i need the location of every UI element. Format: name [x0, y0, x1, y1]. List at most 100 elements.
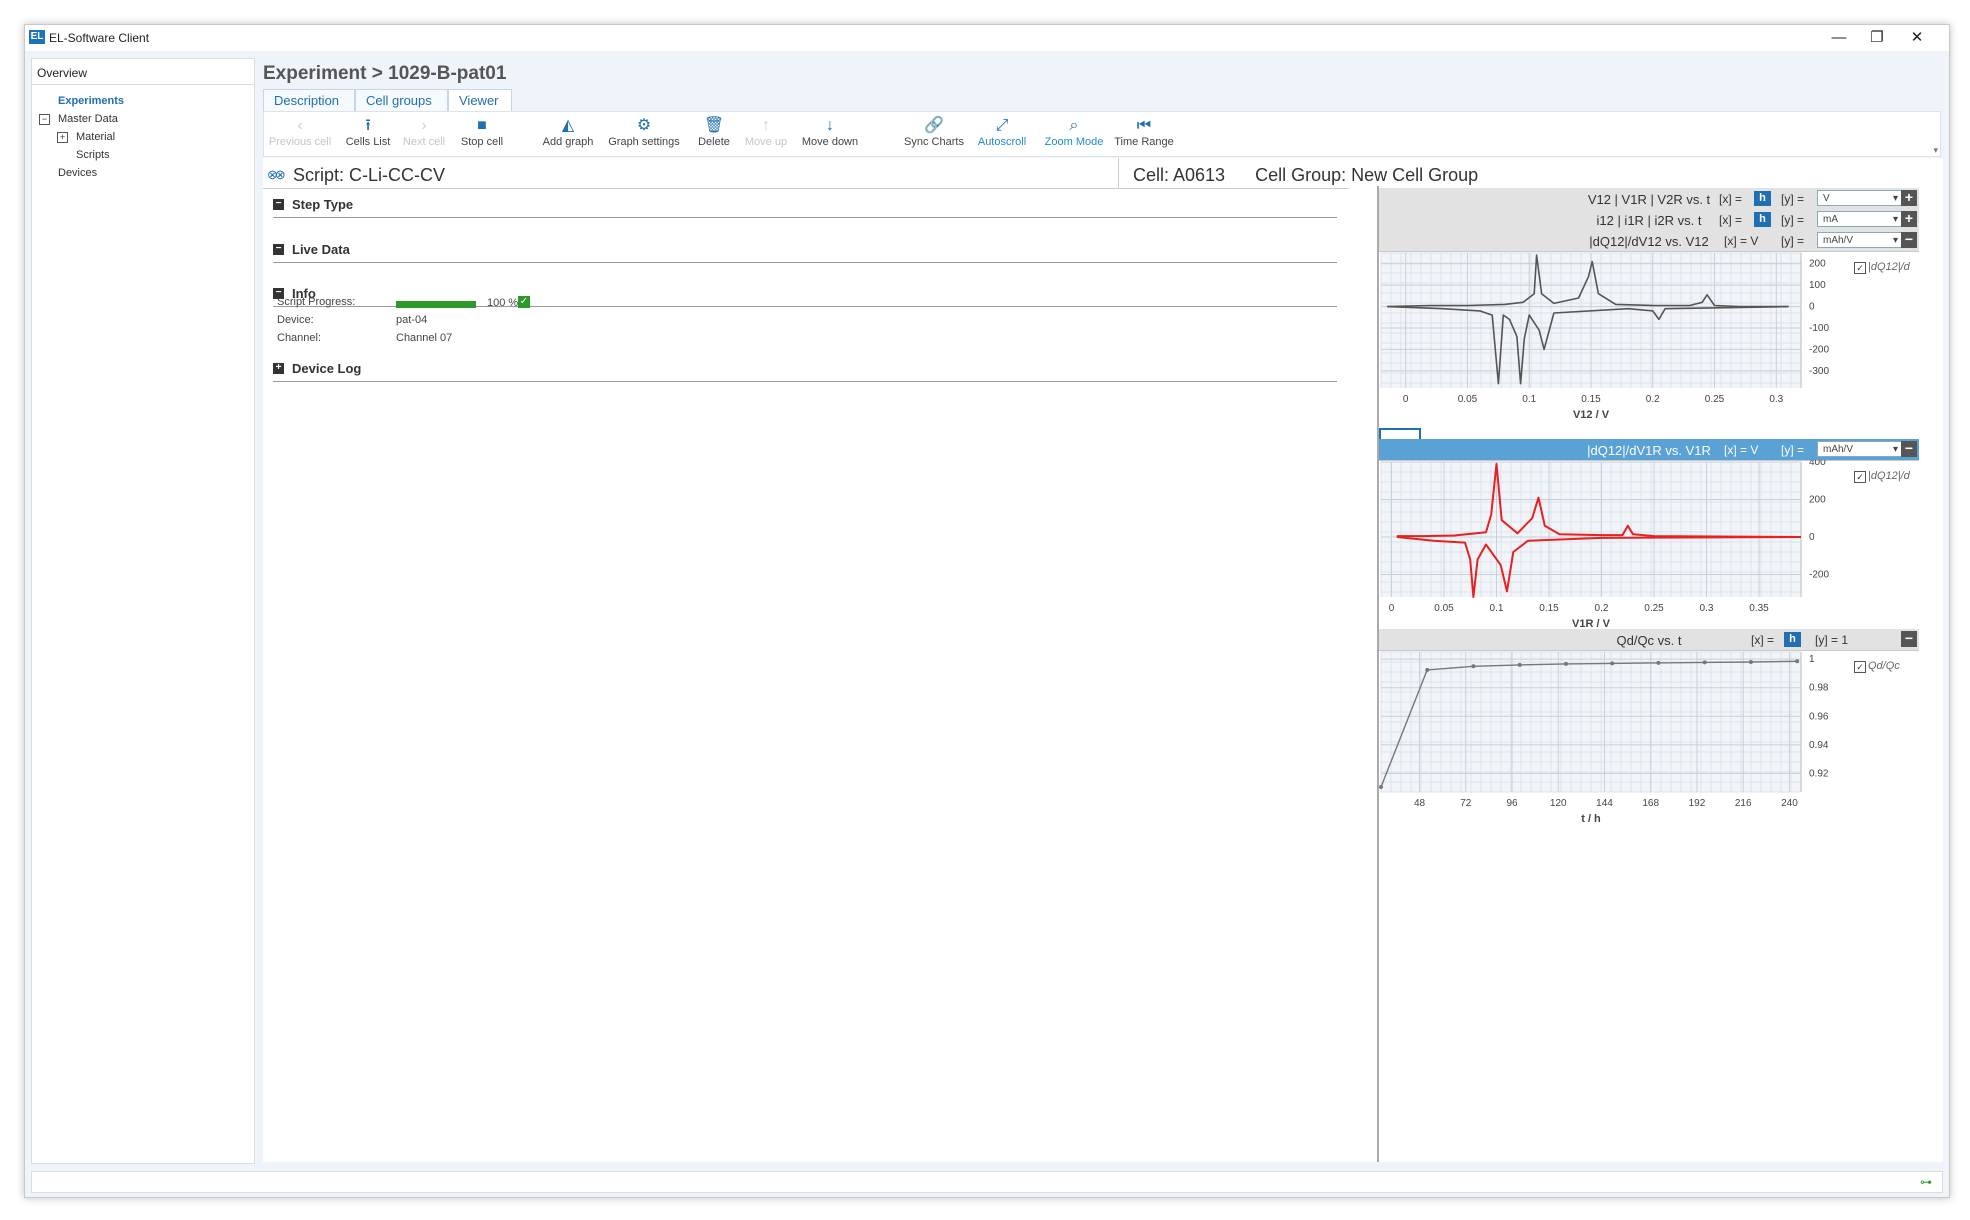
data-point	[1795, 659, 1800, 664]
y-unit-select[interactable]: V	[1817, 190, 1903, 207]
chart-header-current[interactable]: i12 | i1R | i2R vs. t [x] = h [y] = mA +	[1379, 209, 1919, 231]
y-tick-label: 100	[1809, 280, 1826, 291]
arrow-right-icon: ›	[421, 117, 427, 134]
collapse-chart-button[interactable]: −	[1901, 631, 1917, 647]
move-up-button[interactable]: ↑ Move up	[745, 116, 787, 148]
expand-arrows-icon: ⤢	[995, 117, 1009, 134]
arrow-down-icon: ↓	[825, 117, 834, 134]
collapse-icon[interactable]: −	[273, 244, 284, 255]
cell-label: Cell: A0613 Cell Group: New Cell Group	[1133, 165, 1479, 185]
add-graph-button[interactable]: ◭ Add graph	[543, 116, 594, 148]
x-unit-button[interactable]: h	[1754, 191, 1771, 206]
x-tick-label: 0.25	[1644, 603, 1664, 614]
viewer-toolbar: ‹ Previous cell ⭱ Cells List › Next cell ■ S…	[263, 111, 1941, 157]
data-point	[1748, 660, 1753, 664]
expand-chart-button[interactable]: +	[1901, 190, 1917, 206]
x-tick-label: 0	[1403, 394, 1409, 405]
sidebar-item-devices[interactable]: Devices	[58, 167, 97, 179]
tab-viewer[interactable]: Viewer	[448, 89, 512, 111]
time-range-button[interactable]: ⏮ Time Range	[1114, 116, 1174, 148]
y-unit-select[interactable]: mAh/V	[1817, 232, 1903, 249]
stop-cell-button[interactable]: ■ Stop cell	[461, 116, 503, 148]
move-down-button[interactable]: ↓ Move down	[802, 116, 858, 148]
collapse-icon[interactable]: −	[39, 114, 50, 125]
section-live-data[interactable]: − Live Data	[273, 238, 1337, 263]
x-tick-label: 96	[1506, 798, 1518, 809]
network-icon: ⊶	[1920, 1175, 1932, 1189]
qdqc-chart[interactable]: 48 72 96 120 144 168 192 216 240 1 0.98 0.96 0.94 0.9…	[1379, 650, 1839, 830]
sidebar-overview[interactable]: Overview	[37, 66, 87, 80]
page-title: Experiment > 1029-B-pat01	[263, 63, 507, 84]
chart-header-qdqc[interactable]: Qd/Qc vs. t [x] = h [y] = 1 −	[1379, 629, 1919, 651]
x-axis-label: t / h	[1581, 813, 1601, 825]
collapse-chart-button[interactable]: −	[1901, 232, 1917, 248]
expand-icon[interactable]: +	[273, 363, 284, 374]
delete-button[interactable]: 🗑 Delete	[698, 116, 730, 148]
graph-settings-button[interactable]: ⚙ Graph settings	[608, 116, 680, 148]
x-tick-label: 216	[1735, 798, 1752, 809]
maximize-button[interactable]: ❐	[1857, 27, 1897, 49]
next-cell-button[interactable]: › Next cell	[403, 116, 445, 148]
section-device-log[interactable]: + Device Log	[273, 357, 1337, 382]
cells-list-button[interactable]: ⭱ Cells List	[346, 116, 391, 148]
y-tick-label: 200	[1809, 495, 1826, 506]
tab-description[interactable]: Description	[263, 89, 355, 111]
collapse-chart-button[interactable]: −	[1901, 441, 1917, 457]
x-tick-label: 144	[1596, 798, 1613, 809]
toolbar-overflow-icon[interactable]: ▾	[1933, 145, 1938, 156]
dqdv1r-chart[interactable]: 0 0.05 0.1 0.15 0.2 0.25 0.3 0.354002000-200V1R…	[1379, 460, 1839, 635]
data-point	[1425, 667, 1430, 672]
checkbox-icon: ✓	[1854, 471, 1866, 483]
previous-cell-button[interactable]: ‹ Previous cell	[269, 116, 331, 148]
progress-percent: 100 %	[487, 297, 519, 309]
x-tick-label: 0.3	[1769, 394, 1783, 405]
sidebar-item-experiments[interactable]: Experiments	[58, 95, 124, 107]
sidebar-item-material[interactable]: Material	[76, 131, 115, 143]
title-bar: EL EL-Software Client — ❐ ✕	[25, 25, 1949, 51]
expand-chart-button[interactable]: +	[1901, 211, 1917, 227]
y-unit-select[interactable]: mAh/V	[1817, 441, 1903, 458]
charts-pane: V12 | V1R | V2R vs. t [x] = h [y] = V + …	[1377, 186, 1935, 1162]
script-icon: ⊗⊗	[267, 167, 286, 182]
chart-legend[interactable]: ✓ |dQ12|/d	[1854, 261, 1910, 274]
sidebar-item-scripts[interactable]: Scripts	[76, 149, 110, 161]
y-tick-label: -100	[1809, 323, 1829, 334]
chart-legend[interactable]: ✓ Qd/Qc	[1854, 660, 1900, 673]
expand-icon[interactable]: +	[57, 132, 68, 143]
y-tick-label: 200	[1809, 259, 1826, 270]
data-point	[1471, 664, 1476, 669]
x-tick-label: 120	[1550, 798, 1567, 809]
data-point	[1656, 660, 1661, 665]
y-tick-label: -200	[1809, 570, 1829, 581]
sync-charts-button[interactable]: 🔗 Sync Charts	[904, 116, 964, 148]
x-tick-label: 0.2	[1595, 603, 1609, 614]
section-step-type[interactable]: − Step Type	[273, 193, 1337, 218]
chart-legend[interactable]: ✓ |dQ12|/d	[1854, 470, 1910, 483]
dqdv12-chart[interactable]: 0 0.05 0.1 0.15 0.2 0.25 0.3 200 100 0 -100 -200 -30…	[1379, 251, 1839, 426]
x-unit-button[interactable]: h	[1784, 632, 1801, 647]
y-unit-select[interactable]: mA	[1817, 211, 1903, 228]
data-point	[1379, 785, 1383, 789]
magnifier-icon: ⌕	[1069, 117, 1079, 134]
progress-fill	[396, 301, 476, 308]
sidebar-item-master-data[interactable]: Master Data	[58, 113, 118, 125]
gear-icon: ⚙	[636, 117, 652, 134]
collapse-icon[interactable]: −	[273, 199, 284, 210]
minimize-button[interactable]: —	[1819, 27, 1859, 49]
autoscroll-button[interactable]: ⤢ Autoscroll	[978, 116, 1026, 148]
y-tick-label: 400	[1809, 460, 1826, 468]
close-button[interactable]: ✕	[1897, 27, 1937, 49]
chart-header-dqdv1r[interactable]: |dQ12|/dV1R vs. V1R [x] = V [y] = mAh/V …	[1379, 439, 1919, 461]
zoom-mode-button[interactable]: ⌕ Zoom Mode	[1045, 116, 1104, 148]
tab-cell-groups[interactable]: Cell groups	[355, 89, 448, 111]
x-tick-label: 192	[1689, 798, 1706, 809]
x-tick-label: 240	[1781, 798, 1798, 809]
x-unit-button[interactable]: h	[1754, 212, 1771, 227]
x-tick-label: 0.1	[1490, 603, 1504, 614]
x-tick-label: 0.3	[1700, 603, 1714, 614]
chart-header-voltage[interactable]: V12 | V1R | V2R vs. t [x] = h [y] = V +	[1379, 188, 1919, 210]
y-tick-label: 0.98	[1809, 683, 1829, 694]
data-point	[1563, 661, 1568, 666]
chart-header-dqdv12[interactable]: |dQ12|/dV12 vs. V12 [x] = V [y] = mAh/V …	[1379, 230, 1919, 252]
script-title: Script: C-Li-CC-CV	[293, 165, 446, 185]
